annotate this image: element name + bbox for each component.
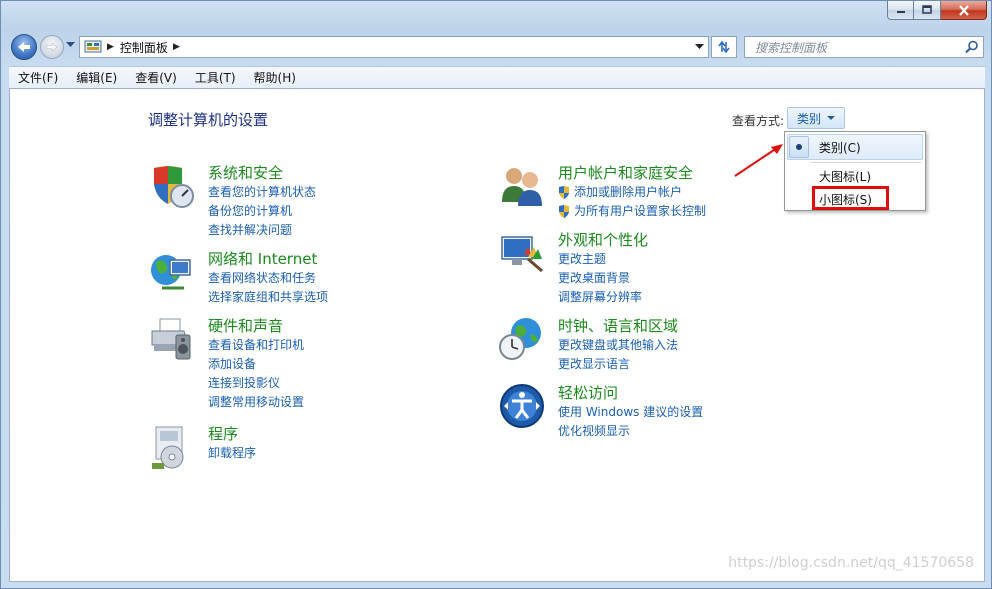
menu-item-category[interactable]: 类别(C) xyxy=(819,139,861,156)
category-links: 使用 Windows 建议的设置 优化视频显示 xyxy=(558,403,703,441)
uac-shield-icon xyxy=(559,204,569,218)
menu-view[interactable]: 查看(V) xyxy=(126,67,186,89)
radio-bullet-icon xyxy=(796,144,802,150)
link-network-status[interactable]: 查看网络状态和任务 xyxy=(208,269,328,288)
link-label: 为所有用户设置家长控制 xyxy=(574,204,707,218)
annotation-highlight-box xyxy=(812,186,889,210)
menu-bar: 文件(F) 编辑(E) 查看(V) 工具(T) 帮助(H) xyxy=(9,66,985,89)
link-homegroup-sharing[interactable]: 选择家庭组和共享选项 xyxy=(208,288,328,307)
category-title[interactable]: 系统和安全 xyxy=(208,162,283,183)
page-title: 调整计算机的设置 xyxy=(148,111,269,129)
category-links: 查看您的计算机状态 备份您的计算机 查找并解决问题 xyxy=(208,183,316,240)
watermark: https://blog.csdn.net/qq_41570658 xyxy=(728,555,974,571)
search-icon[interactable] xyxy=(965,40,979,54)
search-input[interactable] xyxy=(753,38,957,58)
control-panel-icon xyxy=(84,40,102,53)
category-links: 查看网络状态和任务 选择家庭组和共享选项 xyxy=(208,269,328,307)
chevron-down-icon xyxy=(827,116,835,120)
programs-icon[interactable] xyxy=(148,423,196,471)
menu-tools[interactable]: 工具(T) xyxy=(186,67,245,89)
link-add-device[interactable]: 添加设备 xyxy=(208,355,304,374)
menu-file[interactable]: 文件(F) xyxy=(9,67,67,89)
view-by-value: 类别 xyxy=(796,111,821,126)
forward-arrow-icon xyxy=(46,42,58,52)
address-bar[interactable]: ▶ 控制面板 ▶ xyxy=(79,36,709,58)
category-title[interactable]: 硬件和声音 xyxy=(208,315,283,336)
printer-icon[interactable] xyxy=(148,315,196,363)
back-arrow-icon xyxy=(18,42,30,52)
maximize-button[interactable] xyxy=(914,1,941,20)
category-title[interactable]: 用户帐户和家庭安全 xyxy=(558,162,693,183)
link-recommended-settings[interactable]: 使用 Windows 建议的设置 xyxy=(558,403,703,422)
annotation-arrow-icon xyxy=(734,144,783,177)
monitor-palette-icon[interactable] xyxy=(498,229,546,277)
view-by-menu: 类别(C) 大图标(L) 小图标(S) xyxy=(784,131,926,211)
link-mobility-settings[interactable]: 调整常用移动设置 xyxy=(208,393,304,412)
menu-edit[interactable]: 编辑(E) xyxy=(67,67,126,89)
search-box xyxy=(744,36,984,58)
breadcrumb-separator-icon[interactable]: ▶ xyxy=(173,42,180,52)
minimize-button[interactable] xyxy=(887,1,914,20)
link-connect-projector[interactable]: 连接到投影仪 xyxy=(208,374,304,393)
network-globe-icon[interactable] xyxy=(148,248,196,296)
link-add-remove-accounts[interactable]: 添加或删除用户帐户 xyxy=(558,183,706,202)
category-links: 更改主题 更改桌面背景 调整屏幕分辨率 xyxy=(558,250,642,307)
back-button[interactable] xyxy=(11,34,37,60)
selected-indicator xyxy=(789,136,809,158)
breadcrumb-control-panel[interactable]: 控制面板 xyxy=(120,39,168,56)
shield-icon[interactable] xyxy=(148,162,196,210)
view-by-label: 查看方式: xyxy=(732,114,785,128)
close-button[interactable] xyxy=(941,1,987,20)
menu-help[interactable]: 帮助(H) xyxy=(245,67,305,89)
category-links: 添加或删除用户帐户 为所有用户设置家长控制 xyxy=(558,183,706,221)
link-screen-resolution[interactable]: 调整屏幕分辨率 xyxy=(558,288,642,307)
refresh-button[interactable] xyxy=(711,36,737,58)
control-panel-window: ▶ 控制面板 ▶ 文件(F) 编辑(E) 查看(V) 工具(T) 帮助(H) 调… xyxy=(0,0,992,589)
history-dropdown-icon[interactable] xyxy=(66,42,75,48)
link-label: 添加或删除用户帐户 xyxy=(574,185,683,199)
link-display-language[interactable]: 更改显示语言 xyxy=(558,355,678,374)
uac-shield-icon xyxy=(559,185,569,199)
category-links: 更改键盘或其他输入法 更改显示语言 xyxy=(558,336,678,374)
link-devices-printers[interactable]: 查看设备和打印机 xyxy=(208,336,304,355)
link-change-theme[interactable]: 更改主题 xyxy=(558,250,642,269)
link-troubleshoot[interactable]: 查找并解决问题 xyxy=(208,221,316,240)
refresh-icon xyxy=(718,40,730,54)
menu-item-large-icons[interactable]: 大图标(L) xyxy=(819,168,871,185)
link-uninstall-program[interactable]: 卸载程序 xyxy=(208,444,256,463)
forward-button[interactable] xyxy=(40,35,64,59)
link-backup-computer[interactable]: 备份您的计算机 xyxy=(208,202,316,221)
navigation-bar: ▶ 控制面板 ▶ xyxy=(9,33,987,61)
ease-of-access-icon[interactable] xyxy=(498,382,546,430)
link-optimize-display[interactable]: 优化视频显示 xyxy=(558,422,703,441)
maximize-icon xyxy=(922,5,932,14)
category-title[interactable]: 轻松访问 xyxy=(558,382,618,403)
clock-globe-icon[interactable] xyxy=(498,315,546,363)
category-links: 查看设备和打印机 添加设备 连接到投影仪 调整常用移动设置 xyxy=(208,336,304,412)
category-title[interactable]: 程序 xyxy=(208,423,238,444)
caption-buttons xyxy=(887,1,987,21)
menu-separator xyxy=(811,162,921,163)
category-title[interactable]: 网络和 Internet xyxy=(208,248,317,269)
address-dropdown-icon[interactable] xyxy=(695,44,704,50)
link-change-keyboard[interactable]: 更改键盘或其他输入法 xyxy=(558,336,678,355)
category-title[interactable]: 外观和个性化 xyxy=(558,229,648,250)
users-icon[interactable] xyxy=(498,162,546,210)
view-by-dropdown[interactable]: 类别 xyxy=(787,107,845,129)
link-parental-controls[interactable]: 为所有用户设置家长控制 xyxy=(558,202,706,221)
category-links: 卸载程序 xyxy=(208,444,256,463)
link-desktop-background[interactable]: 更改桌面背景 xyxy=(558,269,642,288)
category-title[interactable]: 时钟、语言和区域 xyxy=(558,315,678,336)
breadcrumb-separator-icon[interactable]: ▶ xyxy=(107,42,114,52)
close-icon xyxy=(958,4,969,16)
minimize-icon xyxy=(896,11,905,13)
link-view-computer-status[interactable]: 查看您的计算机状态 xyxy=(208,183,316,202)
